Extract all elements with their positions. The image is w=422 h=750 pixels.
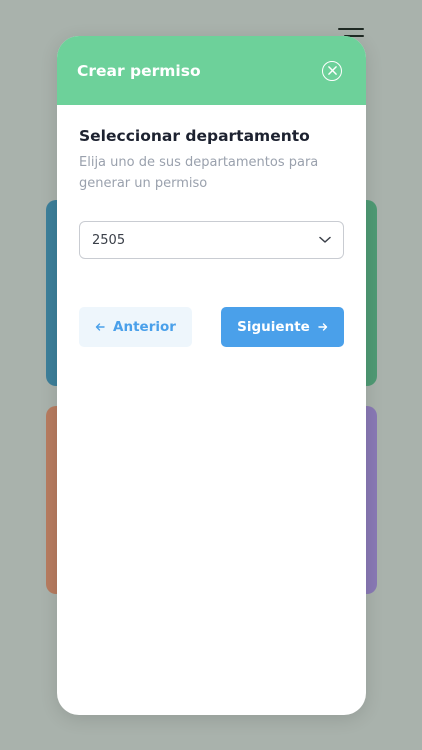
arrow-left-icon (95, 323, 105, 331)
modal-header: Crear permiso (57, 36, 366, 105)
close-button[interactable] (322, 60, 342, 81)
department-select-value: 2505 (92, 232, 126, 248)
modal-title: Crear permiso (77, 61, 201, 80)
next-button[interactable]: Siguiente (221, 307, 344, 347)
previous-button[interactable]: Anterior (79, 307, 192, 347)
department-select[interactable]: 2505 (79, 221, 344, 259)
modal-body: Seleccionar departamento Elija uno de su… (57, 105, 366, 347)
chevron-down-icon (319, 236, 331, 243)
section-description: Elija uno de sus departamentos para gene… (79, 155, 319, 191)
next-button-label: Siguiente (237, 319, 310, 335)
arrow-right-icon (318, 323, 328, 331)
navigation-actions: Anterior Siguiente (79, 307, 344, 347)
close-icon (327, 66, 337, 75)
create-permit-modal: Crear permiso Seleccionar departamento E… (57, 36, 366, 715)
previous-button-label: Anterior (113, 319, 176, 335)
section-title: Seleccionar departamento (79, 127, 310, 145)
